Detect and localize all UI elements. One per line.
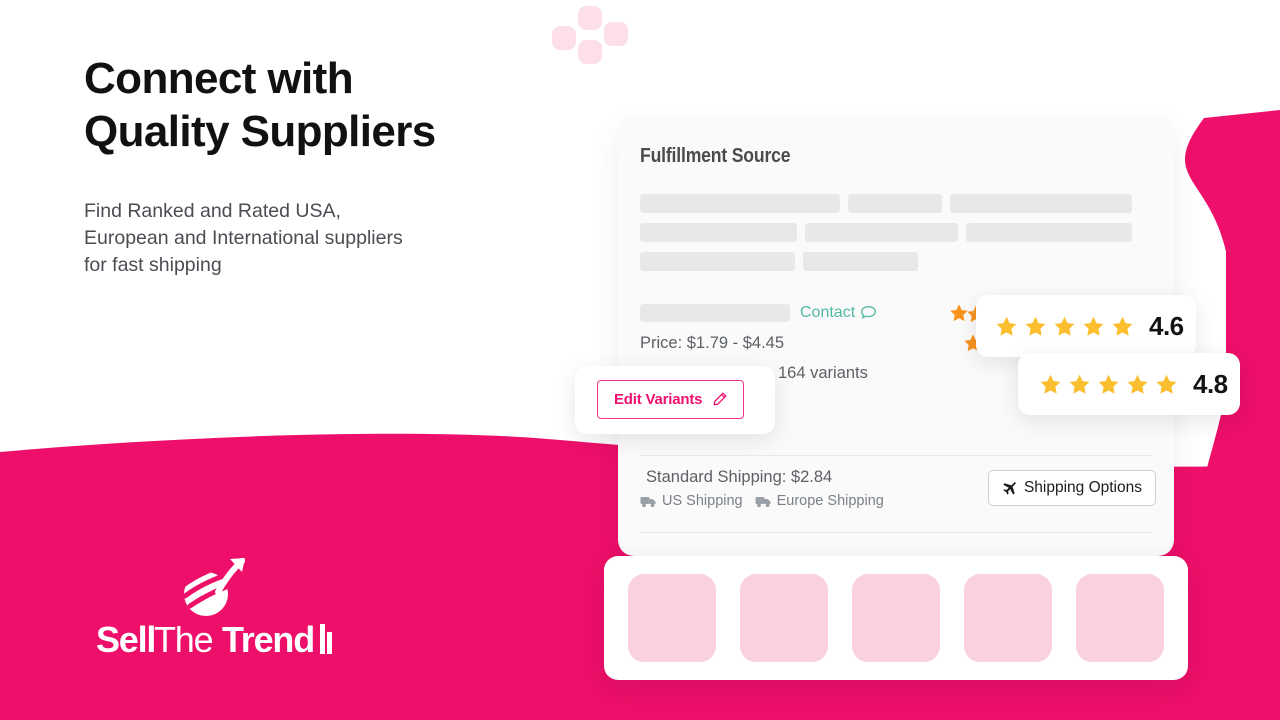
page-title: Connect with Quality Suppliers <box>84 52 554 158</box>
brand-logo: Sell The Trend <box>96 556 336 662</box>
decor-dot-icon <box>578 40 602 64</box>
skeleton-bar <box>640 194 840 213</box>
truck-icon <box>755 496 771 507</box>
svg-text:Trend: Trend <box>222 619 314 660</box>
page-subtitle: Find Ranked and Rated USA, European and … <box>84 198 539 279</box>
contact-row: Contact <box>640 304 877 322</box>
headline-line-1: Connect with <box>84 54 354 103</box>
product-thumbnail-strip <box>604 556 1188 680</box>
truck-icon <box>640 496 656 507</box>
shipping-regions: US Shipping Europe Shipping <box>640 493 884 509</box>
star-icon <box>1112 316 1133 336</box>
supplier-name-placeholder <box>640 304 790 322</box>
contact-label: Contact <box>800 304 856 321</box>
skeleton-bar <box>848 194 942 213</box>
svg-text:Sell: Sell <box>96 619 155 660</box>
edit-variants-button[interactable]: Edit Variants <box>597 380 745 419</box>
decorative-dots <box>552 6 640 64</box>
price-range-label: Price: $1.79 - $4.45 <box>640 334 785 352</box>
rating-value: 4.8 <box>1193 368 1228 399</box>
edit-variants-popover: Edit Variants <box>575 366 775 434</box>
skeleton-placeholder-group <box>640 194 1132 281</box>
subtitle-line-1: Find Ranked and Rated USA, <box>84 200 341 222</box>
decor-dot-icon <box>578 6 602 30</box>
globe-swoosh-icon <box>179 558 245 616</box>
star-icon <box>1083 316 1104 336</box>
star-icon <box>1098 374 1119 394</box>
skeleton-bar <box>640 252 795 271</box>
airplane-icon <box>1003 481 1016 495</box>
skeleton-bar <box>805 223 958 242</box>
skeleton-bar <box>966 223 1132 242</box>
shipping-tag-us: US Shipping <box>640 493 743 509</box>
decor-dot-icon <box>552 26 576 50</box>
subtitle-line-2: European and International suppliers <box>84 227 403 249</box>
skeleton-bar <box>950 194 1132 213</box>
star-icon <box>1127 374 1148 394</box>
thumbnail-item[interactable] <box>628 574 716 662</box>
svg-text:The: The <box>154 619 213 660</box>
star-rating-group <box>1038 372 1179 397</box>
star-icon <box>1025 316 1046 336</box>
rating-value: 4.6 <box>1149 310 1184 341</box>
skeleton-bar <box>803 252 918 271</box>
thumbnail-item[interactable] <box>852 574 940 662</box>
subtitle-line-3: for fast shipping <box>84 254 222 276</box>
thumbnail-item[interactable] <box>740 574 828 662</box>
rating-badge-secondary: 4.8 <box>1018 353 1240 415</box>
star-icon <box>1054 316 1075 336</box>
rating-badge-primary: 4.6 <box>976 295 1196 357</box>
card-title: Fulfillment Source <box>640 145 791 167</box>
thumbnail-item[interactable] <box>1076 574 1164 662</box>
variants-count-label: 164 variants <box>778 364 868 382</box>
thumbnail-item[interactable] <box>964 574 1052 662</box>
star-icon <box>1069 374 1090 394</box>
skeleton-row <box>640 194 1132 213</box>
standard-shipping-label: Standard Shipping: $2.84 <box>646 468 833 486</box>
brand-wordmark: Sell The Trend <box>96 619 332 660</box>
star-rating-group <box>994 314 1135 339</box>
promo-banner: Connect with Quality Suppliers Find Rank… <box>0 0 1280 720</box>
shipping-tag-label: Europe Shipping <box>776 493 884 509</box>
shipping-tag-europe: Europe Shipping <box>755 493 884 509</box>
star-icon <box>1156 374 1177 394</box>
contact-supplier-link[interactable]: Contact <box>800 304 877 322</box>
decor-dot-icon <box>604 22 628 46</box>
shipping-options-button[interactable]: Shipping Options <box>987 470 1156 506</box>
headline-line-2: Quality Suppliers <box>84 107 436 156</box>
skeleton-row <box>640 223 1132 242</box>
shipping-tag-label: US Shipping <box>662 493 743 509</box>
star-icon <box>1040 374 1061 394</box>
divider <box>640 532 1152 533</box>
star-icon <box>996 316 1017 336</box>
speech-bubble-icon <box>861 305 877 319</box>
shipping-options-label: Shipping Options <box>1023 479 1142 496</box>
divider <box>640 455 1152 456</box>
skeleton-bar <box>640 223 797 242</box>
edit-variants-label: Edit Variants <box>614 391 703 408</box>
pencil-icon <box>713 392 727 406</box>
skeleton-row <box>640 252 1132 271</box>
